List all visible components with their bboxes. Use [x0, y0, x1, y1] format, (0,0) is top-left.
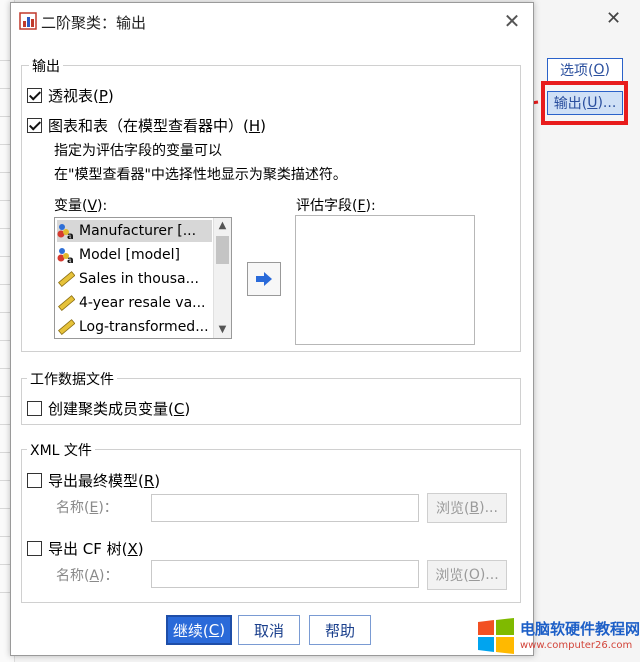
watermark-url: www.computer26.com: [520, 640, 633, 651]
output-group-title: 输出: [29, 56, 63, 76]
variables-scrollbar[interactable]: ▲ ▼: [213, 218, 231, 338]
variables-listbox[interactable]: a Manufacturer [... a Model [model] Sale…: [54, 217, 232, 339]
scroll-thumb[interactable]: [216, 236, 229, 264]
eval-fields-listbox[interactable]: [295, 215, 475, 345]
working-data-title: 工作数据文件: [27, 369, 117, 389]
list-item[interactable]: a Model [model]: [57, 244, 180, 266]
eval-description-line2: 在"模型查看器"中选择性地显示为聚类描述符。: [54, 167, 347, 183]
parent-close-icon[interactable]: ✕: [606, 8, 621, 29]
list-item[interactable]: Sales in thousa...: [57, 268, 199, 290]
output-dialog: 二阶聚类：输出 ✕ 输出 透视表(P) 图表和表（在模型查看器中）(H) 指定为…: [10, 2, 534, 656]
windows-logo-icon: [478, 618, 514, 654]
browse-cf-tree-button[interactable]: 浏览(O)...: [427, 560, 507, 590]
arrow-right-icon: [256, 272, 272, 286]
scroll-down-icon[interactable]: ▼: [214, 322, 231, 338]
list-item[interactable]: Log-transformed...: [57, 316, 209, 338]
xml-group-title: XML 文件: [27, 440, 95, 460]
nominal-string-icon: a: [57, 248, 74, 264]
site-watermark: 电脑软硬件教程网 www.computer26.com: [476, 614, 640, 658]
variables-label: 变量(V):: [54, 198, 108, 214]
checkbox-unchecked-icon[interactable]: [27, 401, 42, 416]
svg-text:a: a: [67, 255, 74, 264]
pivot-tables-checkbox[interactable]: 透视表(P): [27, 85, 114, 106]
checkbox-checked-icon[interactable]: [27, 88, 42, 103]
model-name-input[interactable]: [151, 494, 419, 522]
scale-ruler-icon: [58, 271, 75, 288]
svg-text:a: a: [67, 231, 74, 240]
move-to-eval-button[interactable]: [247, 262, 281, 296]
continue-button[interactable]: 继续(C): [166, 615, 232, 645]
checkbox-unchecked-icon[interactable]: [27, 541, 42, 556]
browse-model-button[interactable]: 浏览(B)...: [427, 493, 507, 523]
options-button[interactable]: 选项(O): [547, 58, 623, 82]
export-model-checkbox[interactable]: 导出最终模型(R): [27, 470, 160, 491]
eval-fields-label: 评估字段(F):: [296, 198, 376, 214]
scroll-up-icon[interactable]: ▲: [214, 218, 231, 234]
charts-tables-checkbox[interactable]: 图表和表（在模型查看器中）(H): [27, 115, 266, 136]
scale-ruler-icon: [58, 295, 75, 312]
checkbox-unchecked-icon[interactable]: [27, 473, 42, 488]
cancel-button[interactable]: 取消: [238, 615, 300, 645]
nominal-string-icon: a: [57, 224, 74, 240]
dialog-titlebar: 二阶聚类：输出 ✕: [11, 3, 533, 39]
highlight-annotation-box: [541, 81, 628, 125]
export-cf-tree-checkbox[interactable]: 导出 CF 树(X): [27, 538, 144, 559]
create-cluster-var-checkbox[interactable]: 创建聚类成员变量(C): [27, 398, 190, 419]
close-icon[interactable]: ✕: [501, 9, 523, 33]
model-name-label: 名称(E)：: [56, 500, 118, 516]
list-item[interactable]: 4-year resale va...: [57, 292, 206, 314]
cf-tree-name-label: 名称(A)：: [56, 568, 119, 584]
watermark-text: 电脑软硬件教程网: [520, 620, 640, 638]
app-icon: [19, 12, 37, 30]
eval-description-line1: 指定为评估字段的变量可以: [54, 143, 222, 159]
dialog-title: 二阶聚类：输出: [41, 14, 147, 32]
help-button[interactable]: 帮助: [309, 615, 371, 645]
checkbox-checked-icon[interactable]: [27, 118, 42, 133]
list-item[interactable]: a Manufacturer [...: [57, 220, 212, 242]
scale-ruler-icon: [58, 319, 75, 336]
cf-tree-name-input[interactable]: [151, 560, 419, 588]
